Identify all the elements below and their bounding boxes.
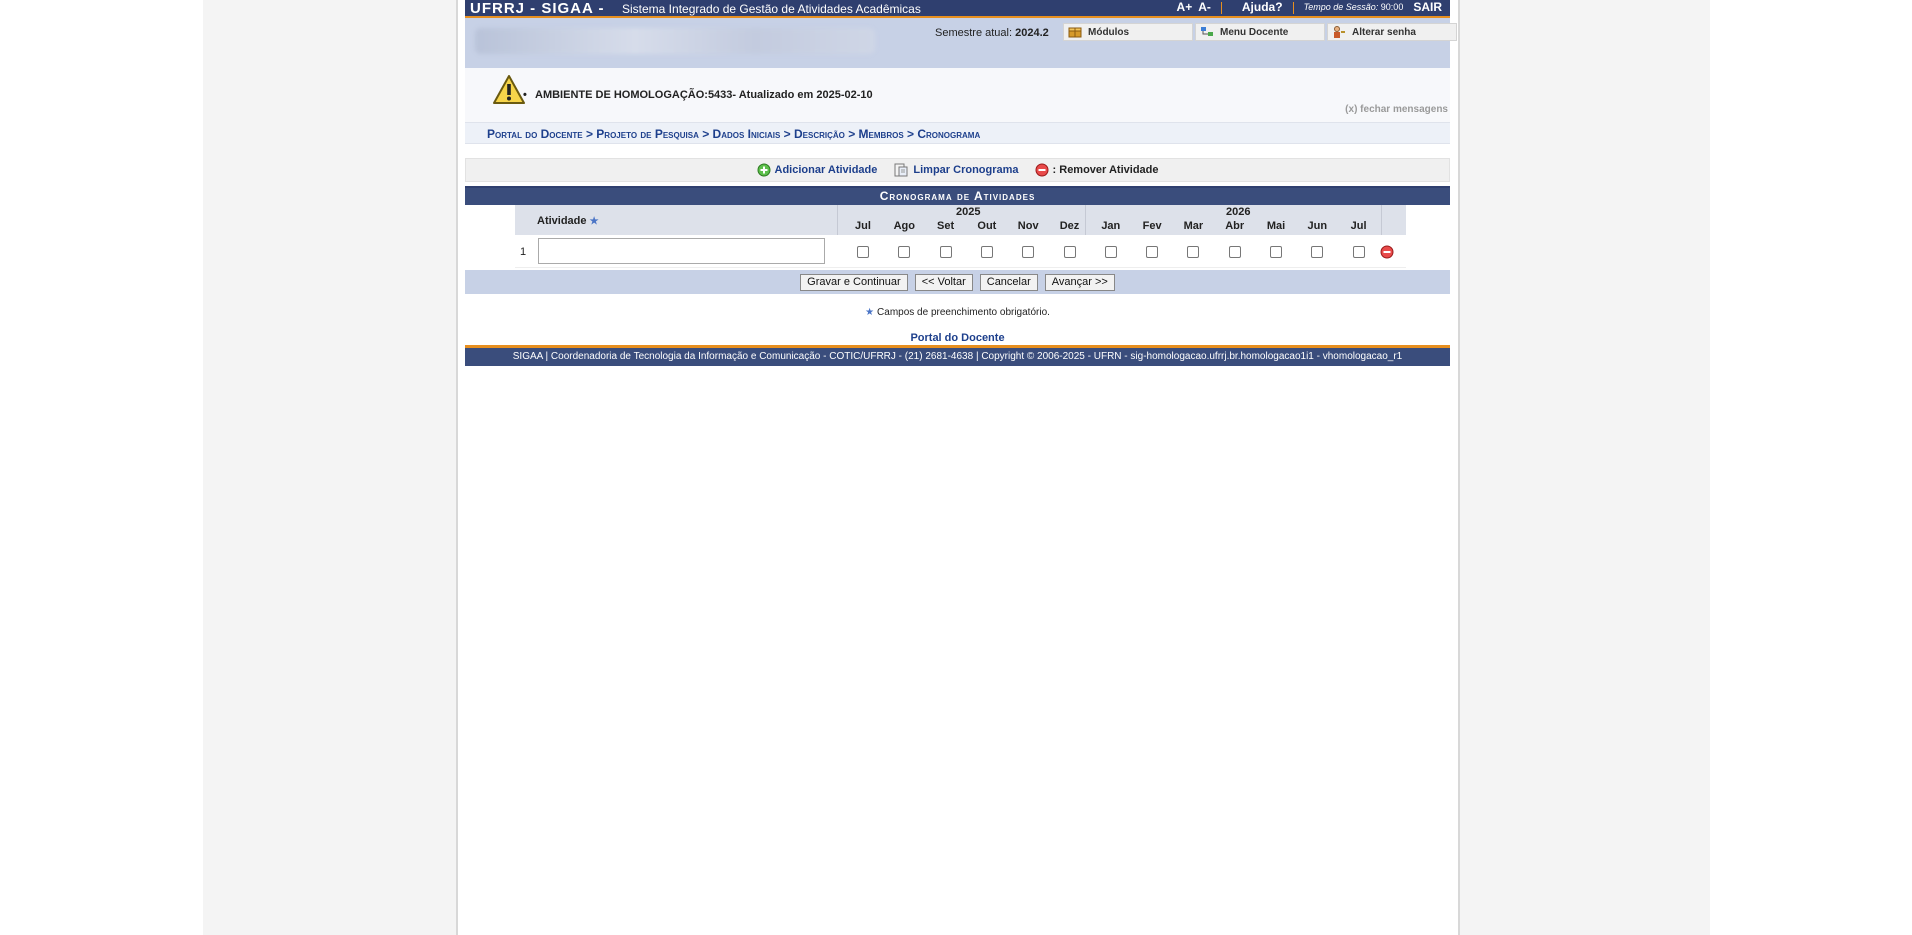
close-messages-link[interactable]: (x) fechar mensagens [1345, 104, 1448, 115]
logout-link[interactable]: SAIR [1413, 0, 1442, 15]
month-header: Dez [1059, 220, 1080, 232]
box-icon [1068, 27, 1082, 38]
current-semester: Semestre atual: 2024.2 [935, 27, 1049, 39]
month-checkbox[interactable] [980, 246, 993, 258]
system-name: Sistema Integrado de Gestão de Atividade… [622, 2, 921, 16]
schedule-caption: Cronograma de Atividades [465, 186, 1450, 205]
required-star-icon: ★ [865, 307, 875, 318]
clear-schedule-label: Limpar Cronograma [913, 164, 1019, 176]
page-inner: UFRRJ - SIGAA - Sistema Integrado de Ges… [465, 0, 1457, 366]
month-checkbox[interactable] [1270, 246, 1282, 258]
brand-title[interactable]: UFRRJ - SIGAA - [470, 0, 604, 17]
change-password-button[interactable]: Alterar senha [1327, 23, 1457, 41]
session-timer: Tempo de Sessão: 90:00 [1304, 0, 1404, 15]
required-note: ★ Campos de preenchimento obrigatório. [465, 307, 1450, 318]
month-header: Mai [1266, 220, 1286, 232]
menu-tree-icon [1201, 27, 1213, 36]
remove-activity-label: : Remover Atividade [1052, 164, 1159, 176]
back-button[interactable]: << Voltar [914, 273, 973, 291]
session-time: 90:00 [1380, 2, 1404, 12]
column-divider [837, 205, 838, 235]
font-increase-button[interactable]: A+ [1177, 0, 1193, 15]
semester-value: 2024.2 [1015, 27, 1049, 39]
month-header: Jul [855, 220, 871, 232]
column-divider [1381, 205, 1382, 235]
schedule-table: Atividade ★ 2025 2026 Jul Ago Set Out Nov Dez Ja… [515, 205, 1406, 268]
font-decrease-button[interactable]: A- [1198, 0, 1211, 15]
top-tools: A+ A- Ajuda? Tempo de Sessão: 90:00 SAIR [1177, 0, 1442, 15]
add-activity-label: Adicionar Atividade [774, 164, 878, 176]
year-header: 2026 [1226, 206, 1251, 218]
month-checkbox[interactable] [1311, 246, 1324, 258]
teacher-menu-label: Menu Docente [1220, 26, 1289, 38]
modules-label: Módulos [1088, 26, 1130, 38]
month-checkbox[interactable] [1146, 246, 1159, 258]
month-header: Mar [1183, 220, 1204, 232]
clear-schedule-action[interactable]: Limpar Cronograma [893, 162, 1019, 178]
form-buttons: Gravar e Continuar << Voltar Cancelar Av… [465, 270, 1450, 294]
message-text: AMBIENTE DE HOMOLOGAÇÃO:5433- Atualizado… [523, 89, 873, 101]
warning-icon [493, 75, 525, 104]
activity-column-header: Atividade ★ [537, 215, 599, 227]
session-label: Tempo de Sessão: [1303, 2, 1379, 12]
user-info-blurred [475, 28, 875, 54]
year-header: 2025 [956, 206, 981, 218]
month-checkbox[interactable] [857, 246, 869, 258]
table-header: Atividade ★ 2025 2026 Jul Ago Set Out Nov Dez Ja… [515, 205, 1406, 235]
modules-button[interactable]: Módulos [1063, 23, 1193, 41]
save-continue-button[interactable]: Gravar e Continuar [800, 273, 908, 291]
row-number: 1 [520, 246, 527, 258]
month-header: Set [937, 220, 955, 232]
activity-header-label: Atividade [537, 215, 587, 227]
teacher-menu-button[interactable]: Menu Docente [1195, 23, 1325, 41]
sub-header: Semestre atual: 2024.2 Módulos Menu Doce… [465, 18, 1457, 68]
clear-document-icon [894, 163, 908, 177]
month-checkbox[interactable] [1063, 246, 1076, 258]
remove-icon [1035, 163, 1049, 177]
required-star-icon: ★ [589, 216, 599, 227]
cancel-button[interactable]: Cancelar [979, 273, 1038, 291]
divider [1292, 1, 1294, 14]
page-background-left [0, 0, 203, 935]
month-header: Jul [1350, 220, 1367, 232]
top-bar: UFRRJ - SIGAA - Sistema Integrado de Ges… [465, 0, 1450, 18]
add-activity-action[interactable]: Adicionar Atividade [757, 163, 878, 177]
breadcrumb-trail[interactable]: Portal do Docente > Projeto de Pesquisa … [487, 127, 980, 141]
month-checkbox[interactable] [1352, 246, 1365, 258]
action-legend: Adicionar Atividade Limpar Cronograma : … [465, 158, 1450, 182]
semester-label: Semestre atual: [935, 27, 1013, 39]
remove-row-icon[interactable] [1380, 245, 1394, 259]
month-header: Jun [1307, 220, 1328, 232]
month-checkbox[interactable] [1187, 246, 1200, 258]
user-key-icon [1334, 26, 1345, 38]
month-checkbox[interactable] [1022, 246, 1035, 258]
add-icon [757, 163, 770, 177]
divider [1220, 1, 1222, 14]
footer: SIGAA | Coordenadoria de Tecnologia da I… [465, 345, 1450, 366]
month-header: Jan [1101, 220, 1121, 232]
required-note-text: Campos de preenchimento obrigatório. [877, 307, 1050, 318]
next-button[interactable]: Avançar >> [1044, 273, 1115, 291]
month-checkbox[interactable] [939, 246, 952, 258]
breadcrumb: Portal do Docente > Projeto de Pesquisa … [465, 123, 1450, 144]
month-header: Out [977, 220, 997, 232]
activity-textarea[interactable] [538, 238, 825, 264]
month-checkbox[interactable] [1104, 246, 1117, 258]
month-checkbox[interactable] [1228, 246, 1241, 258]
remove-activity-legend: : Remover Atividade [1035, 163, 1159, 177]
month-header: Nov [1017, 220, 1039, 232]
page-background-right [1710, 0, 1912, 935]
page-container: UFRRJ - SIGAA - Sistema Integrado de Ges… [456, 0, 1460, 935]
month-header: Abr [1225, 220, 1245, 232]
change-password-label: Alterar senha [1352, 26, 1416, 38]
month-header: Fev [1142, 220, 1162, 232]
message-panel: AMBIENTE DE HOMOLOGAÇÃO:5433- Atualizado… [465, 68, 1450, 123]
month-header: Ago [893, 220, 915, 232]
table-body: 1 [515, 235, 1406, 268]
month-checkbox[interactable] [898, 246, 911, 258]
table-row: 1 [515, 235, 1406, 268]
help-link[interactable]: Ajuda? [1242, 0, 1283, 15]
portal-link[interactable]: Portal do Docente [465, 332, 1450, 344]
